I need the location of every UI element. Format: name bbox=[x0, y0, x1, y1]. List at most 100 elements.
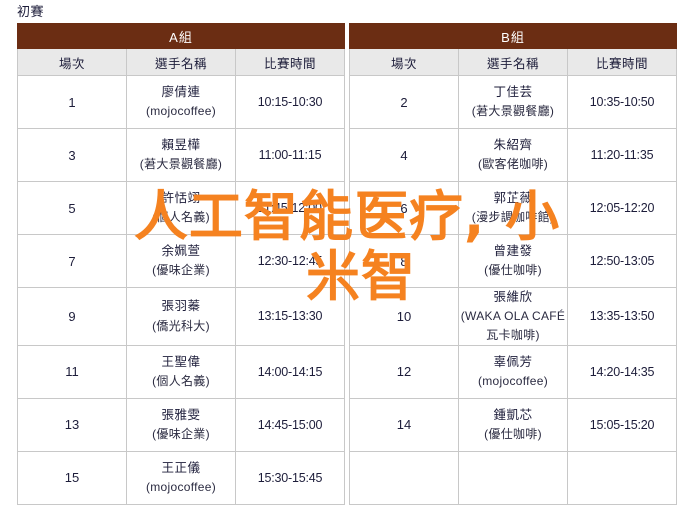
player-name-cell-a: 余姵萱 (優味企業) bbox=[126, 234, 236, 288]
player-team: (莙大景觀餐廳) bbox=[471, 104, 555, 119]
table-row: 15 王正儀 (mojocoffee) 15:30-15:45 bbox=[17, 450, 677, 505]
player-name: 許恬翊 bbox=[161, 191, 201, 206]
match-number-cell-a: 11 bbox=[17, 344, 127, 399]
match-number-cell-a: 15 bbox=[17, 450, 127, 505]
player-team: (mojocoffee) bbox=[477, 373, 549, 388]
table-row: 13 張雅雯 (優味企業) 14:45-15:00 14 鍾凱芯 (優仕咖啡) 15:05-1… bbox=[17, 397, 677, 452]
column-header-player-b: 選手名稱 bbox=[458, 48, 568, 76]
table-row: 1 廖倩連 (mojocoffee) 10:15-10:30 2 丁佳芸 (莙大景觀餐廳) 1… bbox=[17, 75, 677, 129]
match-time-cell-a: 12:30-12:45 bbox=[235, 234, 345, 288]
player-team: (歐客佬咖啡) bbox=[477, 157, 549, 172]
player-name: 丁佳芸 bbox=[493, 85, 533, 100]
column-header-time-a: 比賽時間 bbox=[235, 48, 345, 76]
player-team: (優味企業) bbox=[152, 263, 210, 278]
player-name-cell-a: 廖倩連 (mojocoffee) bbox=[126, 75, 236, 129]
player-team: (WAKA OLA CAFÉ 瓦卡咖啡) bbox=[460, 309, 566, 342]
player-name: 余姵萱 bbox=[161, 244, 201, 259]
player-name-cell-b bbox=[458, 450, 568, 505]
group-header-row: A組 B組 bbox=[17, 23, 677, 49]
preliminary-schedule-table: A組 B組 場次 選手名稱 比賽時間 場次 選手名稱 比賽時間 1 廖倩連 (moj… bbox=[17, 23, 677, 505]
player-name: 張雅雯 bbox=[161, 407, 201, 422]
player-team: (優味企業) bbox=[152, 426, 210, 441]
player-name: 廖倩連 bbox=[161, 85, 201, 100]
match-number-cell-b bbox=[349, 450, 459, 505]
table-row: 5 許恬翊 (個人名義) 11:45-12:00 6 郭芷薇 (漫步調咖啡館) 12:05-1… bbox=[17, 181, 677, 235]
table-row: 7 余姵萱 (優味企業) 12:30-12:45 8 曾建發 (優仕咖啡) 12:50-13:… bbox=[17, 234, 677, 288]
match-time-cell-b: 12:05-12:20 bbox=[567, 181, 677, 235]
table-body: 1 廖倩連 (mojocoffee) 10:15-10:30 2 丁佳芸 (莙大景觀餐廳) 1… bbox=[17, 75, 677, 505]
player-name: 朱紹齊 bbox=[493, 138, 533, 153]
match-time-cell-b: 12:50-13:05 bbox=[567, 234, 677, 288]
player-name-cell-a: 張雅雯 (優味企業) bbox=[126, 397, 236, 452]
match-number-cell-b: 10 bbox=[349, 287, 459, 346]
player-name-cell-b: 朱紹齊 (歐客佬咖啡) bbox=[458, 128, 568, 182]
match-number-cell-b: 2 bbox=[349, 75, 459, 129]
match-number-cell-a: 3 bbox=[17, 128, 127, 182]
schedule-page: 初賽 A組 B組 場次 選手名稱 比賽時間 場次 選手名稱 比賽時間 1 廖倩連 (… bbox=[0, 4, 694, 513]
player-team: (優仕咖啡) bbox=[484, 426, 542, 441]
match-time-cell-a: 14:00-14:15 bbox=[235, 344, 345, 399]
match-number-cell-a: 5 bbox=[17, 181, 127, 235]
match-time-cell-a: 11:45-12:00 bbox=[235, 181, 345, 235]
column-header-player-a: 選手名稱 bbox=[126, 48, 236, 76]
player-name-cell-a: 王聖偉 (個人名義) bbox=[126, 344, 236, 399]
match-number-cell-b: 12 bbox=[349, 344, 459, 399]
match-time-cell-b: 15:05-15:20 bbox=[567, 397, 677, 452]
match-time-cell-a: 10:15-10:30 bbox=[235, 75, 345, 129]
column-header-match-a: 場次 bbox=[17, 48, 127, 76]
match-time-cell-a: 11:00-11:15 bbox=[235, 128, 345, 182]
table-row: 3 賴昱樺 (莙大景觀餐廳) 11:00-11:15 4 朱紹齊 (歐客佬咖啡) 11:20-… bbox=[17, 128, 677, 182]
table-row: 9 張羽蓁 (僑光科大) 13:15-13:30 10 張維欣 (WAKA OLA CAFÉ… bbox=[17, 287, 677, 346]
player-name: 辜佩芳 bbox=[493, 354, 533, 369]
player-name-cell-a: 賴昱樺 (莙大景觀餐廳) bbox=[126, 128, 236, 182]
player-team: (個人名義) bbox=[152, 373, 210, 388]
player-name: 張羽蓁 bbox=[161, 299, 201, 314]
player-name-cell-b: 張維欣 (WAKA OLA CAFÉ 瓦卡咖啡) bbox=[458, 287, 568, 346]
player-team: (僑光科大) bbox=[152, 318, 210, 333]
match-number-cell-a: 1 bbox=[17, 75, 127, 129]
player-name-cell-b: 鍾凱芯 (優仕咖啡) bbox=[458, 397, 568, 452]
page-title: 初賽 bbox=[17, 4, 45, 19]
player-team: (優仕咖啡) bbox=[484, 263, 542, 278]
match-time-cell-b: 13:35-13:50 bbox=[567, 287, 677, 346]
player-name: 郭芷薇 bbox=[493, 191, 533, 206]
player-name-cell-b: 曾建發 (優仕咖啡) bbox=[458, 234, 568, 288]
player-team: (漫步調咖啡館) bbox=[471, 210, 555, 225]
player-name: 王聖偉 bbox=[161, 354, 201, 369]
player-name-cell-b: 郭芷薇 (漫步調咖啡館) bbox=[458, 181, 568, 235]
column-header-match-b: 場次 bbox=[349, 48, 459, 76]
player-team: (mojocoffee) bbox=[145, 104, 217, 119]
match-number-cell-b: 14 bbox=[349, 397, 459, 452]
match-time-cell-b: 10:35-10:50 bbox=[567, 75, 677, 129]
match-time-cell-a: 13:15-13:30 bbox=[235, 287, 345, 346]
match-number-cell-b: 4 bbox=[349, 128, 459, 182]
player-name: 鍾凱芯 bbox=[493, 407, 533, 422]
player-team: (mojocoffee) bbox=[145, 479, 217, 494]
player-name-cell-a: 張羽蓁 (僑光科大) bbox=[126, 287, 236, 346]
match-number-cell-a: 7 bbox=[17, 234, 127, 288]
player-name-cell-b: 丁佳芸 (莙大景觀餐廳) bbox=[458, 75, 568, 129]
player-name-cell-a: 許恬翊 (個人名義) bbox=[126, 181, 236, 235]
table-head: A組 B組 場次 選手名稱 比賽時間 場次 選手名稱 比賽時間 bbox=[17, 23, 677, 76]
player-name: 張維欣 bbox=[493, 290, 533, 304]
column-header-row: 場次 選手名稱 比賽時間 場次 選手名稱 比賽時間 bbox=[17, 48, 677, 76]
player-team: (莙大景觀餐廳) bbox=[139, 157, 223, 172]
match-number-cell-b: 8 bbox=[349, 234, 459, 288]
match-time-cell-b: 11:20-11:35 bbox=[567, 128, 677, 182]
player-team: (個人名義) bbox=[152, 210, 210, 225]
player-name: 曾建發 bbox=[493, 244, 533, 259]
column-header-time-b: 比賽時間 bbox=[567, 48, 677, 76]
player-name-cell-a: 王正儀 (mojocoffee) bbox=[126, 450, 236, 505]
group-header-a: A組 bbox=[17, 23, 345, 49]
group-header-b: B組 bbox=[349, 23, 677, 49]
player-name-cell-b: 辜佩芳 (mojocoffee) bbox=[458, 344, 568, 399]
table-row: 11 王聖偉 (個人名義) 14:00-14:15 12 辜佩芳 (mojocoffee) 1… bbox=[17, 344, 677, 399]
match-number-cell-b: 6 bbox=[349, 181, 459, 235]
match-number-cell-a: 9 bbox=[17, 287, 127, 346]
match-time-cell-a: 14:45-15:00 bbox=[235, 397, 345, 452]
match-time-cell-a: 15:30-15:45 bbox=[235, 450, 345, 505]
match-number-cell-a: 13 bbox=[17, 397, 127, 452]
match-time-cell-b: 14:20-14:35 bbox=[567, 344, 677, 399]
match-time-cell-b bbox=[567, 450, 677, 505]
player-name: 王正儀 bbox=[161, 460, 201, 475]
